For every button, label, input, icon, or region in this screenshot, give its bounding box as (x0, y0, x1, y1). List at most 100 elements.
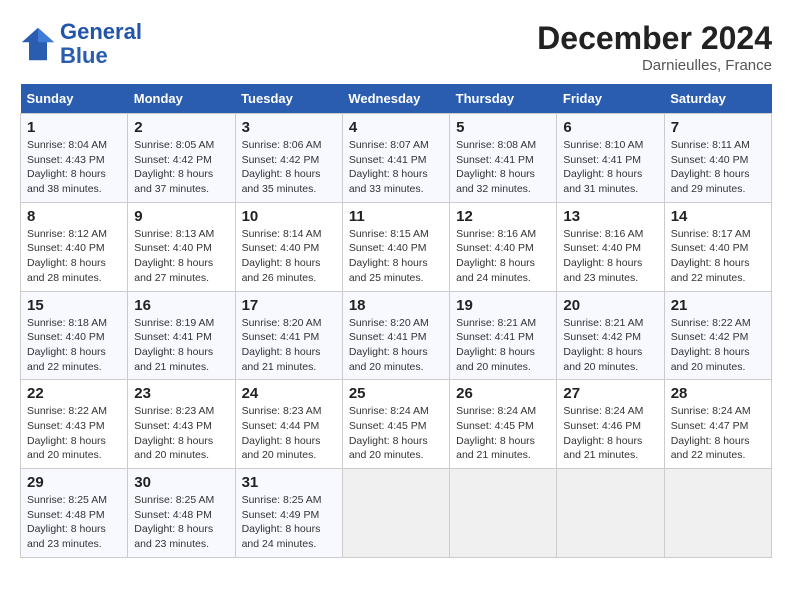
day-number: 3 (242, 119, 336, 136)
calendar-cell (557, 469, 664, 558)
day-number: 5 (456, 119, 550, 136)
day-detail: Sunrise: 8:23 AMSunset: 4:44 PMDaylight:… (242, 404, 336, 463)
day-number: 25 (349, 385, 443, 402)
calendar-cell (450, 469, 557, 558)
day-number: 24 (242, 385, 336, 402)
calendar-week-row: 8 Sunrise: 8:12 AMSunset: 4:40 PMDaylight… (21, 202, 772, 291)
calendar-cell: 24 Sunrise: 8:23 AMSunset: 4:44 PMDayligh… (235, 380, 342, 469)
day-detail: Sunrise: 8:04 AMSunset: 4:43 PMDaylight:… (27, 138, 121, 197)
day-detail: Sunrise: 8:20 AMSunset: 4:41 PMDaylight:… (242, 316, 336, 375)
weekday-header-sunday: Sunday (21, 84, 128, 114)
weekday-header-tuesday: Tuesday (235, 84, 342, 114)
calendar-cell: 21 Sunrise: 8:22 AMSunset: 4:42 PMDayligh… (664, 291, 771, 380)
day-number: 29 (27, 474, 121, 491)
day-number: 26 (456, 385, 550, 402)
calendar-cell: 8 Sunrise: 8:12 AMSunset: 4:40 PMDaylight… (21, 202, 128, 291)
day-detail: Sunrise: 8:12 AMSunset: 4:40 PMDaylight:… (27, 227, 121, 286)
day-number: 10 (242, 208, 336, 225)
day-number: 6 (563, 119, 657, 136)
calendar-cell: 4 Sunrise: 8:07 AMSunset: 4:41 PMDaylight… (342, 114, 449, 203)
day-detail: Sunrise: 8:25 AMSunset: 4:48 PMDaylight:… (134, 493, 228, 552)
day-detail: Sunrise: 8:10 AMSunset: 4:41 PMDaylight:… (563, 138, 657, 197)
day-detail: Sunrise: 8:15 AMSunset: 4:40 PMDaylight:… (349, 227, 443, 286)
day-number: 11 (349, 208, 443, 225)
day-number: 12 (456, 208, 550, 225)
weekday-header-friday: Friday (557, 84, 664, 114)
calendar-cell: 31 Sunrise: 8:25 AMSunset: 4:49 PMDayligh… (235, 469, 342, 558)
month-title: December 2024 (537, 20, 772, 57)
day-detail: Sunrise: 8:13 AMSunset: 4:40 PMDaylight:… (134, 227, 228, 286)
calendar-cell: 19 Sunrise: 8:21 AMSunset: 4:41 PMDayligh… (450, 291, 557, 380)
day-number: 1 (27, 119, 121, 136)
day-detail: Sunrise: 8:16 AMSunset: 4:40 PMDaylight:… (563, 227, 657, 286)
calendar-week-row: 22 Sunrise: 8:22 AMSunset: 4:43 PMDayligh… (21, 380, 772, 469)
day-number: 20 (563, 297, 657, 314)
calendar-cell: 29 Sunrise: 8:25 AMSunset: 4:48 PMDayligh… (21, 469, 128, 558)
calendar-cell: 28Sunrise: 8:24 AMSunset: 4:47 PMDayligh… (664, 380, 771, 469)
calendar-cell: 5 Sunrise: 8:08 AMSunset: 4:41 PMDaylight… (450, 114, 557, 203)
calendar-cell: 3 Sunrise: 8:06 AMSunset: 4:42 PMDaylight… (235, 114, 342, 203)
day-number: 2 (134, 119, 228, 136)
calendar-cell: 26 Sunrise: 8:24 AMSunset: 4:45 PMDayligh… (450, 380, 557, 469)
day-detail: Sunrise: 8:22 AMSunset: 4:43 PMDaylight:… (27, 404, 121, 463)
location: Darnieulles, France (537, 57, 772, 74)
calendar-cell: 10Sunrise: 8:14 AMSunset: 4:40 PMDayligh… (235, 202, 342, 291)
calendar-cell: 9 Sunrise: 8:13 AMSunset: 4:40 PMDaylight… (128, 202, 235, 291)
logo-line2: Blue (60, 43, 108, 68)
calendar-cell: 7Sunrise: 8:11 AMSunset: 4:40 PMDaylight… (664, 114, 771, 203)
day-number: 17 (242, 297, 336, 314)
calendar-header: SundayMondayTuesdayWednesdayThursdayFrid… (21, 84, 772, 114)
day-detail: Sunrise: 8:21 AMSunset: 4:41 PMDaylight:… (456, 316, 550, 375)
day-number: 4 (349, 119, 443, 136)
day-number: 30 (134, 474, 228, 491)
day-detail: Sunrise: 8:24 AMSunset: 4:45 PMDaylight:… (349, 404, 443, 463)
calendar-cell (342, 469, 449, 558)
day-detail: Sunrise: 8:19 AMSunset: 4:41 PMDaylight:… (134, 316, 228, 375)
day-detail: Sunrise: 8:25 AMSunset: 4:48 PMDaylight:… (27, 493, 121, 552)
day-number: 9 (134, 208, 228, 225)
logo: General Blue (20, 20, 142, 68)
day-detail: Sunrise: 8:21 AMSunset: 4:42 PMDaylight:… (563, 316, 657, 375)
day-detail: Sunrise: 8:17 AMSunset: 4:40 PMDaylight:… (671, 227, 765, 286)
calendar-cell: 18 Sunrise: 8:20 AMSunset: 4:41 PMDayligh… (342, 291, 449, 380)
calendar-cell: 15Sunrise: 8:18 AMSunset: 4:40 PMDayligh… (21, 291, 128, 380)
day-number: 23 (134, 385, 228, 402)
weekday-header-saturday: Saturday (664, 84, 771, 114)
calendar-cell: 27Sunrise: 8:24 AMSunset: 4:46 PMDayligh… (557, 380, 664, 469)
day-detail: Sunrise: 8:24 AMSunset: 4:45 PMDaylight:… (456, 404, 550, 463)
day-detail: Sunrise: 8:11 AMSunset: 4:40 PMDaylight:… (671, 138, 765, 197)
day-detail: Sunrise: 8:08 AMSunset: 4:41 PMDaylight:… (456, 138, 550, 197)
day-number: 13 (563, 208, 657, 225)
calendar-week-row: 15Sunrise: 8:18 AMSunset: 4:40 PMDayligh… (21, 291, 772, 380)
calendar-cell: 16Sunrise: 8:19 AMSunset: 4:41 PMDayligh… (128, 291, 235, 380)
calendar-table: SundayMondayTuesdayWednesdayThursdayFrid… (20, 84, 772, 558)
day-number: 27 (563, 385, 657, 402)
calendar-cell: 11 Sunrise: 8:15 AMSunset: 4:40 PMDayligh… (342, 202, 449, 291)
day-detail: Sunrise: 8:24 AMSunset: 4:47 PMDaylight:… (671, 404, 765, 463)
day-detail: Sunrise: 8:06 AMSunset: 4:42 PMDaylight:… (242, 138, 336, 197)
calendar-cell: 14 Sunrise: 8:17 AMSunset: 4:40 PMDayligh… (664, 202, 771, 291)
day-detail: Sunrise: 8:07 AMSunset: 4:41 PMDaylight:… (349, 138, 443, 197)
logo-line1: General (60, 19, 142, 44)
day-number: 15 (27, 297, 121, 314)
logo-text: General Blue (60, 20, 142, 68)
day-detail: Sunrise: 8:25 AMSunset: 4:49 PMDaylight:… (242, 493, 336, 552)
day-number: 19 (456, 297, 550, 314)
day-number: 21 (671, 297, 765, 314)
calendar-cell: 25 Sunrise: 8:24 AMSunset: 4:45 PMDayligh… (342, 380, 449, 469)
calendar-cell: 2 Sunrise: 8:05 AMSunset: 4:42 PMDaylight… (128, 114, 235, 203)
day-number: 18 (349, 297, 443, 314)
title-block: December 2024 Darnieulles, France (537, 20, 772, 74)
calendar-cell: 1 Sunrise: 8:04 AMSunset: 4:43 PMDaylight… (21, 114, 128, 203)
logo-icon (20, 26, 56, 62)
calendar-cell: 22 Sunrise: 8:22 AMSunset: 4:43 PMDayligh… (21, 380, 128, 469)
day-number: 22 (27, 385, 121, 402)
day-number: 8 (27, 208, 121, 225)
day-detail: Sunrise: 8:20 AMSunset: 4:41 PMDaylight:… (349, 316, 443, 375)
day-detail: Sunrise: 8:05 AMSunset: 4:42 PMDaylight:… (134, 138, 228, 197)
day-detail: Sunrise: 8:23 AMSunset: 4:43 PMDaylight:… (134, 404, 228, 463)
day-number: 31 (242, 474, 336, 491)
day-detail: Sunrise: 8:22 AMSunset: 4:42 PMDaylight:… (671, 316, 765, 375)
day-number: 14 (671, 208, 765, 225)
page-header: General Blue December 2024 Darnieulles, … (20, 20, 772, 74)
